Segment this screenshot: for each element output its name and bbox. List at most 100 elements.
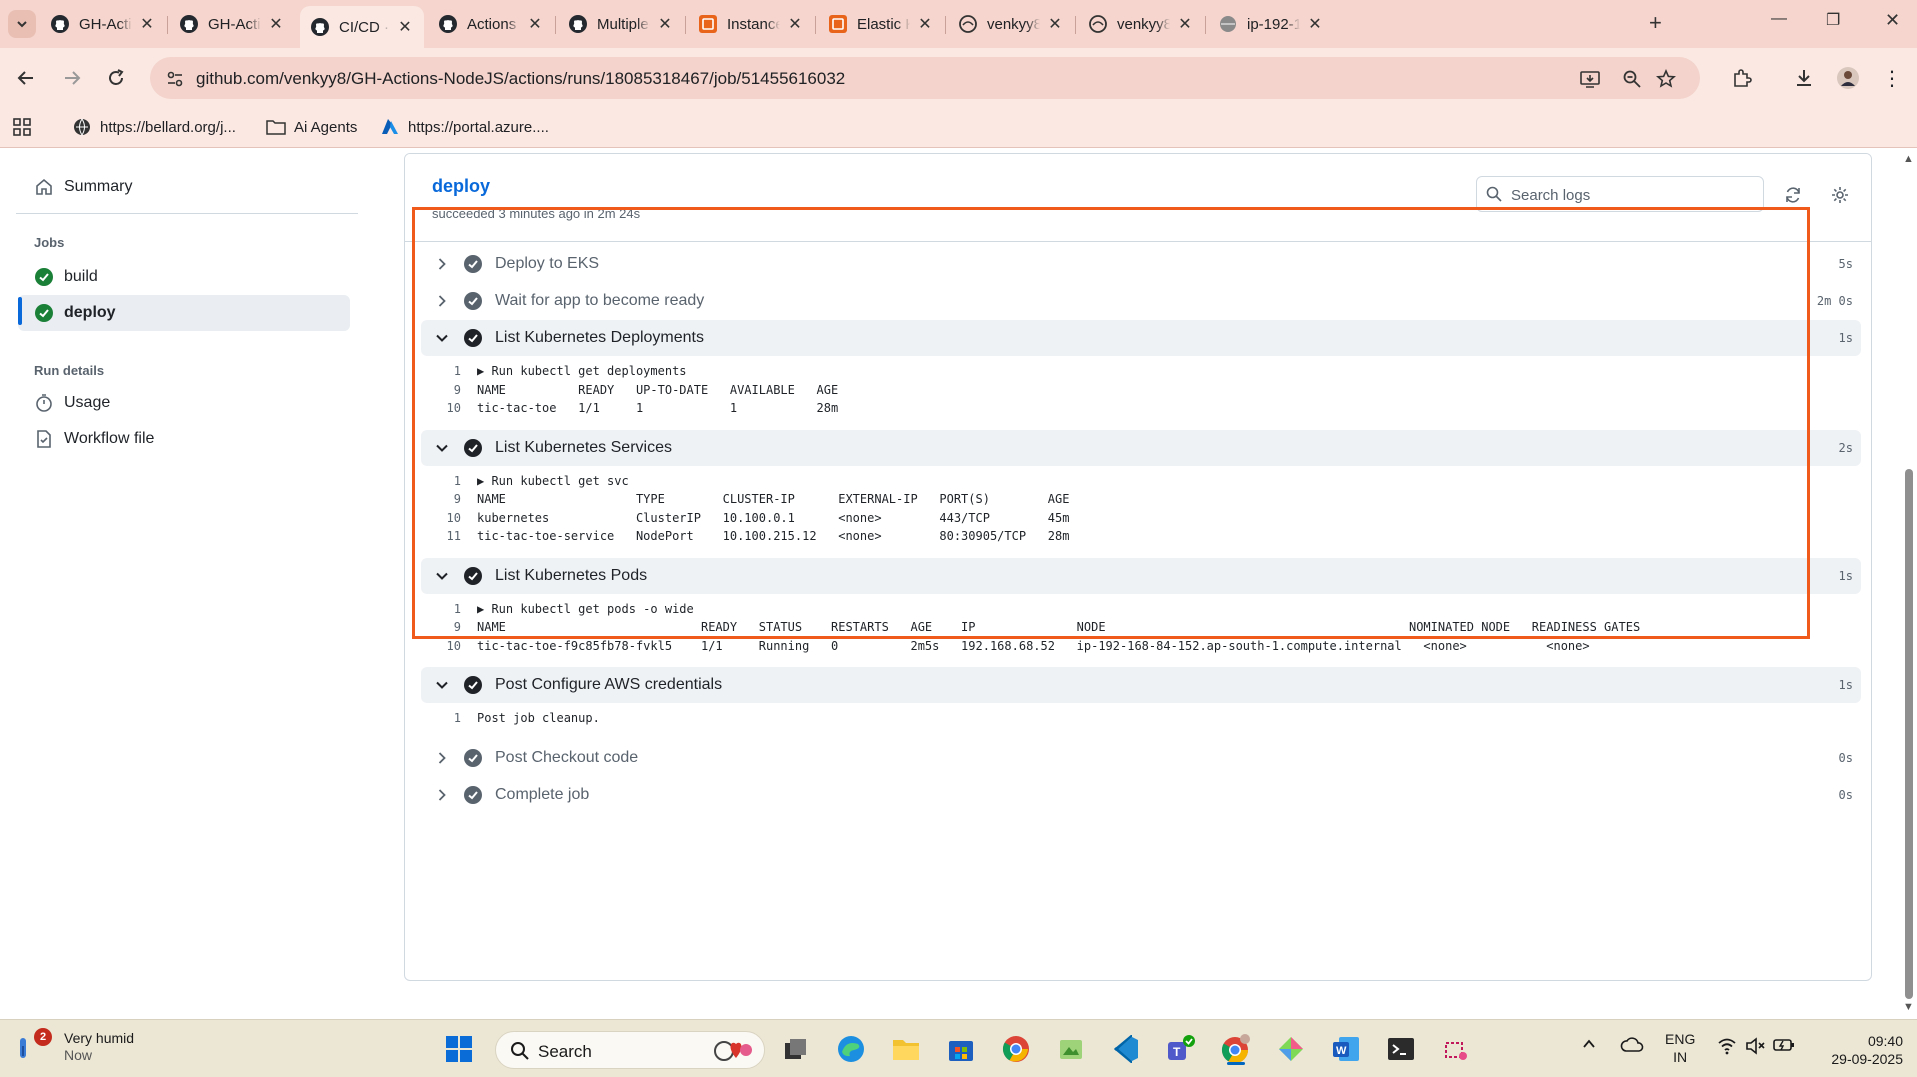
scrollbar-thumb[interactable] [1905,469,1913,999]
sidebar-item-build[interactable]: build [18,259,350,295]
taskbar-clock[interactable]: 09:40 29-09-2025 [1817,1032,1903,1068]
start-button[interactable] [441,1031,477,1067]
page-scrollbar[interactable]: ▲ ▼ [1900,149,1917,1019]
close-tab-icon[interactable]: ✕ [916,14,934,34]
close-tab-icon[interactable]: ✕ [396,17,414,37]
browser-tab[interactable]: GH-Actions ✕ [169,6,295,42]
volume-muted-icon[interactable] [1745,1037,1765,1058]
taskbar-store[interactable] [943,1031,979,1067]
minimize-button[interactable]: — [1771,10,1787,28]
close-tab-icon[interactable]: ✕ [1306,14,1324,34]
show-hidden-icons[interactable] [1582,1037,1596,1054]
taskbar-word[interactable]: W [1328,1031,1364,1067]
browser-tab[interactable]: CI/CD · venkyy8 ✕ [300,6,424,48]
sidebar-item-workflow-file[interactable]: Workflow file [18,421,350,457]
chevron-down-icon[interactable] [433,331,451,345]
battery-icon[interactable] [1773,1037,1795,1056]
taskbar-chrome-active[interactable] [1218,1031,1254,1067]
log-step[interactable]: Wait for app to become ready 2m 0s [421,283,1861,319]
address-bar[interactable]: github.com/venkyy8/GH-Actions-NodeJS/act… [150,57,1700,99]
close-tab-icon[interactable]: ✕ [526,14,544,34]
taskbar-file-explorer[interactable] [888,1031,924,1067]
log-line-number[interactable]: 10 [421,639,477,653]
tab-search-button[interactable] [8,10,36,38]
close-window-button[interactable]: ✕ [1885,10,1900,31]
bookmark-ai-agents-folder[interactable]: Ai Agents [266,117,357,137]
browser-tab[interactable]: GH-Actions ✕ [40,6,166,42]
bookmark-bellard[interactable]: https://bellard.org/j... [72,117,236,137]
close-tab-icon[interactable]: ✕ [656,14,674,34]
apps-grid-button[interactable] [12,117,32,137]
log-step[interactable]: List Kubernetes Deployments 1s [421,320,1861,356]
log-line-number[interactable]: 1 [421,711,477,725]
log-step[interactable]: Post Configure AWS credentials 1s [421,667,1861,703]
chevron-right-icon[interactable] [433,788,451,802]
close-tab-icon[interactable]: ✕ [138,14,156,34]
site-settings-icon[interactable] [164,68,186,90]
weather-widget[interactable]: 2 Very humid Now [16,1028,134,1064]
profile-avatar-icon[interactable] [1834,64,1862,92]
back-button[interactable] [12,64,40,92]
log-step[interactable]: List Kubernetes Services 2s [421,429,1861,466]
browser-tab[interactable]: Multiple-A ✕ [558,6,684,42]
chevron-down-icon[interactable] [433,441,451,455]
sidebar-item-deploy[interactable]: deploy [18,295,350,331]
log-line-number[interactable]: 10 [421,511,477,525]
log-line-number[interactable]: 1 [421,602,477,616]
scroll-up-icon[interactable]: ▲ [1903,153,1914,165]
close-tab-icon[interactable]: ✕ [1046,14,1064,34]
bookmark-azure-portal[interactable]: https://portal.azure.... [380,117,549,137]
taskbar-task-view[interactable] [778,1031,814,1067]
chevron-right-icon[interactable] [433,257,451,271]
sidebar-item-summary[interactable]: Summary [18,169,350,205]
sidebar-item-usage[interactable]: Usage [18,385,350,421]
log-line-number[interactable]: 9 [421,383,477,397]
log-settings-button[interactable] [1829,184,1851,206]
taskbar-search-box[interactable]: Search [495,1031,765,1069]
zoom-icon[interactable] [1621,68,1643,90]
install-app-icon[interactable] [1579,68,1601,90]
taskbar-vscode[interactable] [1108,1031,1144,1067]
restore-button[interactable]: ❐ [1826,10,1840,30]
browser-menu-icon[interactable]: ⋮ [1878,64,1906,92]
log-line-number[interactable]: 11 [421,529,477,543]
chevron-right-icon[interactable] [433,294,451,308]
reload-button[interactable] [102,64,130,92]
taskbar-app-paint[interactable] [1053,1031,1089,1067]
browser-tab[interactable]: venkyy82/ ✕ [948,6,1074,42]
log-line-number[interactable]: 9 [421,620,477,634]
taskbar-app-gem[interactable] [1273,1031,1309,1067]
download-icon[interactable] [1790,64,1818,92]
close-tab-icon[interactable]: ✕ [786,14,804,34]
log-line-number[interactable]: 9 [421,492,477,506]
browser-tab[interactable]: Instance de ✕ [688,6,814,42]
search-logs-field[interactable] [1476,176,1764,212]
browser-tab[interactable]: ip-192-168 ✕ [1208,6,1334,42]
close-tab-icon[interactable]: ✕ [267,14,285,34]
bookmark-star-icon[interactable] [1655,68,1677,90]
log-step[interactable]: List Kubernetes Pods 1s [421,557,1861,594]
new-tab-button[interactable]: + [1649,12,1662,34]
taskbar-edge[interactable] [833,1031,869,1067]
browser-tab[interactable]: Elastic Kub ✕ [818,6,944,42]
onedrive-icon[interactable] [1620,1037,1644,1056]
log-step[interactable]: Post Checkout code 0s [421,740,1861,776]
chevron-down-icon[interactable] [433,569,451,583]
browser-tab[interactable]: Actions secrets ✕ [428,6,554,42]
refresh-logs-button[interactable] [1782,184,1804,206]
search-logs-input[interactable] [1511,184,1751,206]
extensions-icon[interactable] [1728,64,1756,92]
job-title[interactable]: deploy [432,176,490,197]
taskbar-teams[interactable]: T [1163,1031,1199,1067]
log-line-number[interactable]: 1 [421,474,477,488]
taskbar-terminal[interactable] [1383,1031,1419,1067]
log-step[interactable]: Deploy to EKS 5s [421,246,1861,282]
log-step[interactable]: Complete job 0s [421,777,1861,813]
browser-tab[interactable]: venkyy82/ ✕ [1078,6,1204,42]
language-indicator[interactable]: ENG IN [1665,1030,1695,1066]
forward-button[interactable] [58,64,86,92]
chevron-right-icon[interactable] [433,751,451,765]
wifi-icon[interactable] [1717,1037,1737,1058]
scroll-down-icon[interactable]: ▼ [1903,1001,1914,1013]
url-text[interactable]: github.com/venkyy8/GH-Actions-NodeJS/act… [196,69,845,89]
